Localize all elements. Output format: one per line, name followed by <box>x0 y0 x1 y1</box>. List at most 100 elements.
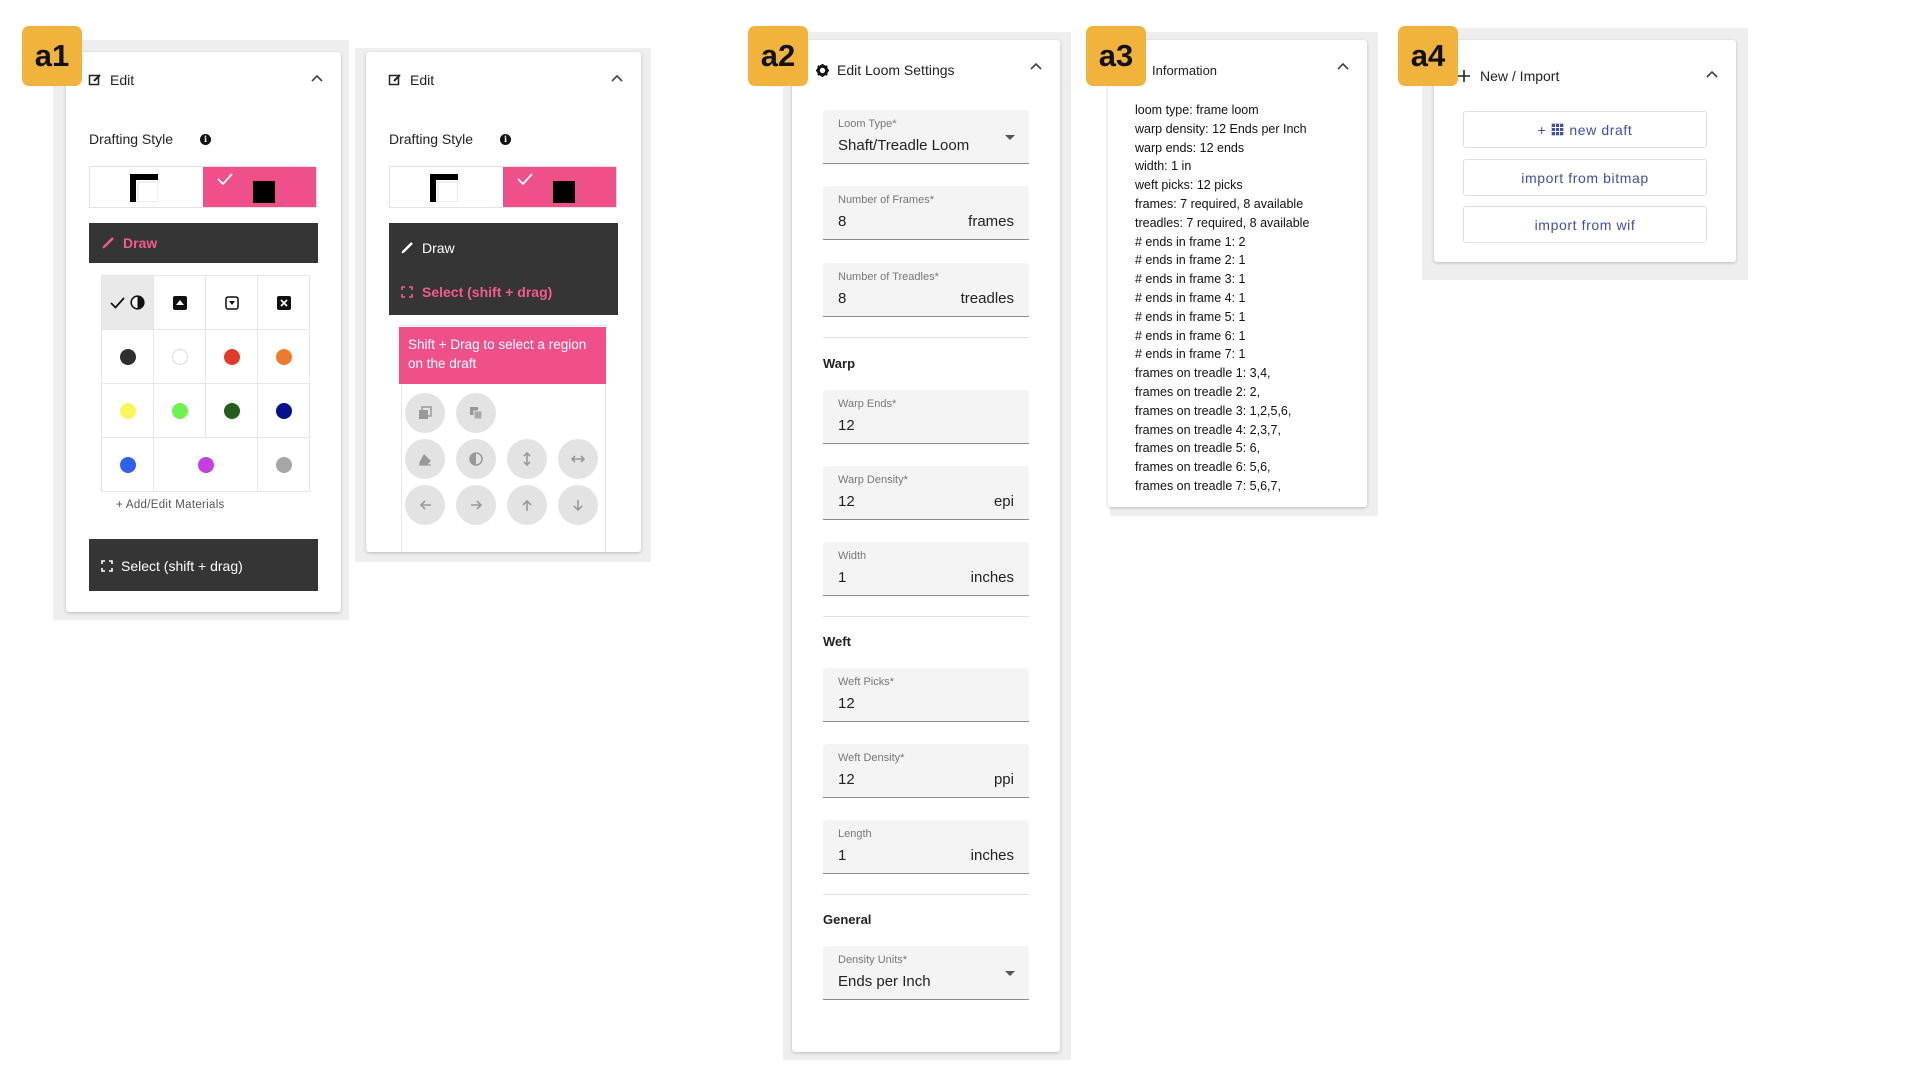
length-input[interactable]: Length 1 inches <box>823 820 1029 874</box>
arrow-down-box-icon <box>224 295 239 310</box>
drafting-style-toggle[interactable] <box>89 166 317 208</box>
draw-mode-button[interactable]: Draw <box>389 223 618 269</box>
style-color-option[interactable] <box>503 167 616 207</box>
loom-type-select[interactable]: Loom Type* Shaft/Treadle Loom <box>823 110 1029 164</box>
info-line: width: 1 in <box>1135 159 1192 174</box>
new-draft-button[interactable]: + new draft <box>1463 111 1707 148</box>
badge-a2: a2 <box>748 26 808 86</box>
color-style-icon <box>553 181 575 203</box>
chevron-up-icon[interactable] <box>311 74 323 82</box>
shift-down-tool[interactable] <box>558 485 598 525</box>
shift-right-tool[interactable] <box>456 485 496 525</box>
material-color-dot <box>223 348 240 365</box>
chevron-up-icon[interactable] <box>1706 70 1718 78</box>
material-swatch[interactable] <box>258 438 309 491</box>
material-swatch[interactable] <box>102 384 153 437</box>
arrow-up-down-icon <box>523 452 531 466</box>
material-swatch[interactable] <box>258 384 309 437</box>
chevron-up-icon[interactable] <box>611 74 623 82</box>
flip-vertical-tool[interactable] <box>507 439 547 479</box>
close-box-icon <box>276 295 291 310</box>
new-import-header[interactable]: New / Import <box>1434 40 1736 112</box>
import-bitmap-label: import from bitmap <box>1521 169 1649 186</box>
down-material-tool[interactable] <box>206 276 257 329</box>
style-structure-option[interactable] <box>390 167 503 207</box>
panel-title: Information <box>1152 62 1218 78</box>
field-unit: treadles <box>960 290 1014 307</box>
field-label: Warp Density* <box>838 474 908 486</box>
warp-density-input[interactable]: Warp Density* 12 epi <box>823 466 1029 520</box>
material-color-dot <box>223 402 240 419</box>
new-draft-label: new draft <box>1569 121 1633 138</box>
structure-style-icon <box>430 174 458 202</box>
draw-mode-button[interactable]: Draw <box>89 223 318 263</box>
edit-icon <box>388 74 401 86</box>
structure-style-icon <box>130 174 158 202</box>
info-icon[interactable]: i <box>500 134 511 145</box>
plus-text: + <box>1537 121 1547 138</box>
panel-title: Edit <box>110 72 135 88</box>
clear-material-tool[interactable] <box>258 276 309 329</box>
info-line: # ends in frame 7: 1 <box>1135 347 1246 362</box>
loom-settings-header[interactable]: Edit Loom Settings <box>792 40 1060 100</box>
edit-panel-header[interactable]: Edit <box>366 52 641 108</box>
shift-up-tool[interactable] <box>507 485 547 525</box>
information-panel: Information loom type: frame loom warp d… <box>1108 40 1367 507</box>
chevron-up-icon[interactable] <box>1030 62 1042 70</box>
flip-horizontal-tool[interactable] <box>558 439 598 479</box>
edit-panel-header[interactable]: Edit <box>66 52 341 108</box>
information-header[interactable]: Information <box>1108 40 1367 100</box>
style-structure-option[interactable] <box>90 167 203 207</box>
select-mode-button[interactable]: Select (shift + drag) <box>389 269 618 315</box>
material-swatch[interactable] <box>258 330 309 383</box>
copy-tool[interactable] <box>405 393 445 433</box>
density-units-select[interactable]: Density Units* Ends per Inch <box>823 946 1029 1000</box>
material-swatch[interactable] <box>154 438 257 491</box>
weft-picks-input[interactable]: Weft Picks* 12 <box>823 668 1029 722</box>
info-line: warp ends: 12 ends <box>1135 140 1245 155</box>
shift-left-tool[interactable] <box>405 485 445 525</box>
select-tooltip: Shift + Drag to select a region on the d… <box>399 327 606 384</box>
material-swatch[interactable] <box>102 438 153 491</box>
erase-tool[interactable] <box>405 439 445 479</box>
add-edit-materials-link[interactable]: + Add/Edit Materials <box>116 499 225 511</box>
info-line: # ends in frame 1: 2 <box>1135 234 1246 249</box>
check-icon <box>217 173 233 185</box>
chevron-up-icon[interactable] <box>1337 62 1349 70</box>
section-divider <box>823 337 1029 338</box>
material-swatch[interactable] <box>102 330 153 383</box>
invert-tool[interactable] <box>456 439 496 479</box>
material-swatch[interactable] <box>154 330 205 383</box>
import-wif-button[interactable]: import from wif <box>1463 206 1707 243</box>
treadles-input[interactable]: Number of Treadles* 8 treadles <box>823 263 1029 317</box>
warp-ends-input[interactable]: Warp Ends* 12 <box>823 390 1029 444</box>
drafting-style-toggle[interactable] <box>389 166 617 208</box>
field-unit: inches <box>970 847 1014 864</box>
select-mode-button[interactable]: Select (shift + drag) <box>89 539 318 591</box>
up-material-tool[interactable] <box>154 276 205 329</box>
pencil-icon <box>102 237 114 249</box>
info-line: frames on treadle 7: 5,6,7, <box>1135 478 1281 493</box>
weft-density-input[interactable]: Weft Density* 12 ppi <box>823 744 1029 798</box>
field-unit: inches <box>970 569 1014 586</box>
panel-title: Edit Loom Settings <box>837 62 955 78</box>
import-bitmap-button[interactable]: import from bitmap <box>1463 159 1707 196</box>
drafting-style-label: Drafting Style <box>89 131 174 147</box>
style-color-option[interactable] <box>203 167 316 207</box>
eraser-icon <box>419 453 431 466</box>
info-icon[interactable]: i <box>200 134 211 145</box>
material-swatch[interactable] <box>206 384 257 437</box>
paste-tool[interactable] <box>456 393 496 433</box>
toggle-material-tool[interactable] <box>102 276 153 329</box>
width-input[interactable]: Width 1 inches <box>823 542 1029 596</box>
field-unit: ppi <box>993 771 1014 788</box>
info-line: treadles: 7 required, 8 available <box>1135 215 1310 230</box>
material-swatch[interactable] <box>206 330 257 383</box>
field-unit: epi <box>993 493 1014 510</box>
drafting-style-label: Drafting Style <box>389 131 474 147</box>
frames-input[interactable]: Number of Frames* 8 frames <box>823 186 1029 240</box>
material-swatch[interactable] <box>154 384 205 437</box>
select-label: Select (shift + drag) <box>422 284 553 300</box>
info-line: # ends in frame 4: 1 <box>1135 290 1246 305</box>
field-label: Weft Density* <box>838 752 905 764</box>
